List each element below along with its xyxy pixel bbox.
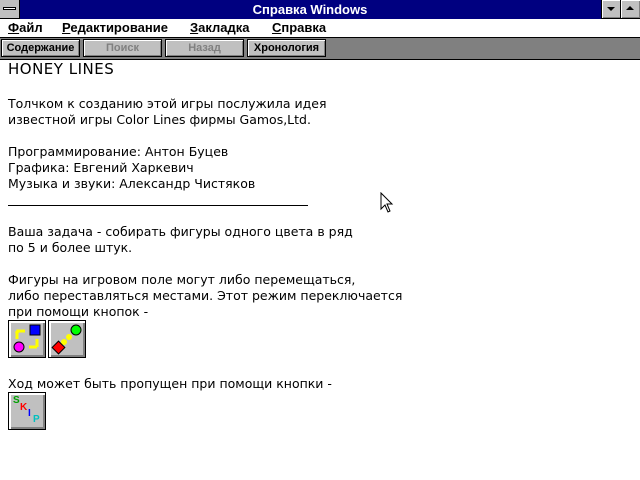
- move-mode-icon[interactable]: [8, 320, 46, 358]
- mouse-pointer-icon: [380, 192, 394, 213]
- text-line: при помощи кнопок -: [8, 304, 149, 319]
- contents-button[interactable]: Содержание: [1, 39, 80, 57]
- text-line: известной игры Color Lines фирмы Gamos,L…: [8, 112, 311, 127]
- minimize-icon[interactable]: [601, 0, 621, 19]
- text-line: либо переставляться местами. Этот режим …: [8, 288, 403, 303]
- search-button[interactable]: Поиск: [83, 39, 162, 57]
- credit-programming: Программирование: Антон Буцев: [8, 144, 229, 159]
- history-button[interactable]: Хронология: [247, 39, 326, 57]
- topic-heading: HONEY LINES: [8, 60, 115, 78]
- text-line: по 5 и более штук.: [8, 240, 133, 255]
- window-title: Справка Windows: [252, 2, 368, 17]
- menu-edit[interactable]: Редактирование: [62, 19, 168, 36]
- divider: [8, 205, 308, 206]
- maximize-icon[interactable]: [620, 0, 640, 19]
- text-line: Фигуры на игровом поле могут либо переме…: [8, 272, 356, 287]
- credit-music: Музыка и звуки: Александр Чистяков: [8, 176, 256, 191]
- menu-bookmark[interactable]: Закладка: [190, 19, 250, 36]
- skip-letter-s: S: [13, 395, 20, 406]
- menu-bar: Файл Редактирование Закладка Справка: [0, 19, 640, 38]
- skip-letter-k: K: [20, 402, 28, 413]
- swap-mode-icon[interactable]: [48, 320, 86, 358]
- menu-file[interactable]: Файл: [8, 19, 43, 36]
- text-line: Ход может быть пропущен при помощи кнопк…: [8, 376, 332, 391]
- back-button[interactable]: Назад: [165, 39, 244, 57]
- title-bar: Справка Windows: [0, 0, 640, 19]
- text-line: Толчком к созданию этой игры послужила и…: [8, 96, 327, 111]
- skip-letter-p: P: [33, 414, 40, 425]
- skip-letter-i: I: [28, 408, 31, 419]
- button-bar: Содержание Поиск Назад Хронология: [0, 38, 640, 60]
- skip-icon[interactable]: S K I P: [8, 392, 46, 430]
- menu-help[interactable]: Справка: [272, 19, 326, 36]
- credit-graphics: Графика: Евгений Харкевич: [8, 160, 194, 175]
- text-line: Ваша задача - собирать фигуры одного цве…: [8, 224, 353, 239]
